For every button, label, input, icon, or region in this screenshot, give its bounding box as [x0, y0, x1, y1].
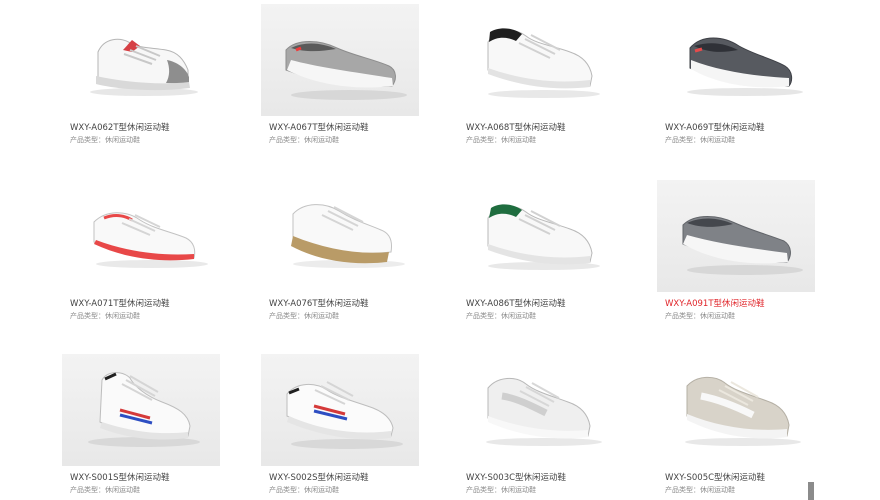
product-image-link[interactable] [458, 4, 616, 116]
product-title[interactable]: WXY-A068T型休闲运动鞋 [466, 121, 566, 133]
product-title[interactable]: WXY-A086T型休闲运动鞋 [466, 297, 566, 309]
product-image-link[interactable] [458, 354, 616, 466]
product-image-link[interactable] [261, 4, 419, 116]
product-image-link[interactable] [657, 354, 815, 466]
scrollbar-thumb[interactable] [808, 482, 814, 500]
product-title[interactable]: WXY-A076T型休闲运动鞋 [269, 297, 369, 309]
product-category: 产品类型：休闲运动鞋 [466, 486, 536, 494]
white-sneaker-gray-heel-icon [90, 38, 198, 96]
product-category: 产品类型：休闲运动鞋 [665, 312, 735, 320]
product-title[interactable]: WXY-A067T型休闲运动鞋 [269, 121, 369, 133]
white-low-top-stripes-icon [286, 381, 403, 449]
gray-slip-on-icon [682, 216, 803, 275]
product-category: 产品类型：休闲运动鞋 [269, 312, 339, 320]
product-category: 产品类型：休闲运动鞋 [70, 486, 140, 494]
product-category: 产品类型：休闲运动鞋 [665, 136, 735, 144]
product-image-link[interactable] [62, 4, 220, 116]
product-title[interactable]: WXY-S001S型休闲运动鞋 [70, 471, 170, 483]
product-title[interactable]: WXY-A069T型休闲运动鞋 [665, 121, 765, 133]
product-title[interactable]: WXY-A071T型休闲运动鞋 [70, 297, 170, 309]
product-title[interactable]: WXY-S002S型休闲运动鞋 [269, 471, 369, 483]
product-title[interactable]: WXY-A062T型休闲运动鞋 [70, 121, 170, 133]
product-image-link[interactable] [261, 354, 419, 466]
product-image-link[interactable] [657, 180, 815, 292]
product-category: 产品类型：休闲运动鞋 [70, 312, 140, 320]
product-image-link[interactable] [261, 180, 419, 292]
product-category: 产品类型：休闲运动鞋 [466, 136, 536, 144]
product-category: 产品类型：休闲运动鞋 [70, 136, 140, 144]
white-canvas-red-trim-icon [93, 212, 208, 268]
product-image-link[interactable] [458, 180, 616, 292]
white-sneaker-black-collar-icon [487, 28, 600, 98]
beige-gray-sneaker-icon [685, 376, 801, 446]
white-high-top-stripes-icon [88, 372, 200, 447]
product-image-link[interactable] [657, 4, 815, 116]
product-category: 产品类型：休闲运动鞋 [665, 486, 735, 494]
product-category: 产品类型：休闲运动鞋 [269, 136, 339, 144]
gray-slip-on-icon [285, 41, 407, 100]
product-image-link[interactable] [62, 354, 220, 466]
product-image-link[interactable] [62, 180, 220, 292]
white-sneaker-green-collar-icon [487, 204, 600, 270]
light-gray-sneaker-icon [486, 378, 602, 446]
dark-gray-slip-on-icon [687, 37, 803, 96]
product-category: 产品类型：休闲运动鞋 [466, 312, 536, 320]
product-title[interactable]: WXY-A091T型休闲运动鞋 [665, 297, 765, 309]
white-canvas-gum-sole-icon [291, 204, 405, 268]
product-title[interactable]: WXY-S003C型休闲运动鞋 [466, 471, 566, 483]
product-title[interactable]: WXY-S005C型休闲运动鞋 [665, 471, 765, 483]
product-category: 产品类型：休闲运动鞋 [269, 486, 339, 494]
